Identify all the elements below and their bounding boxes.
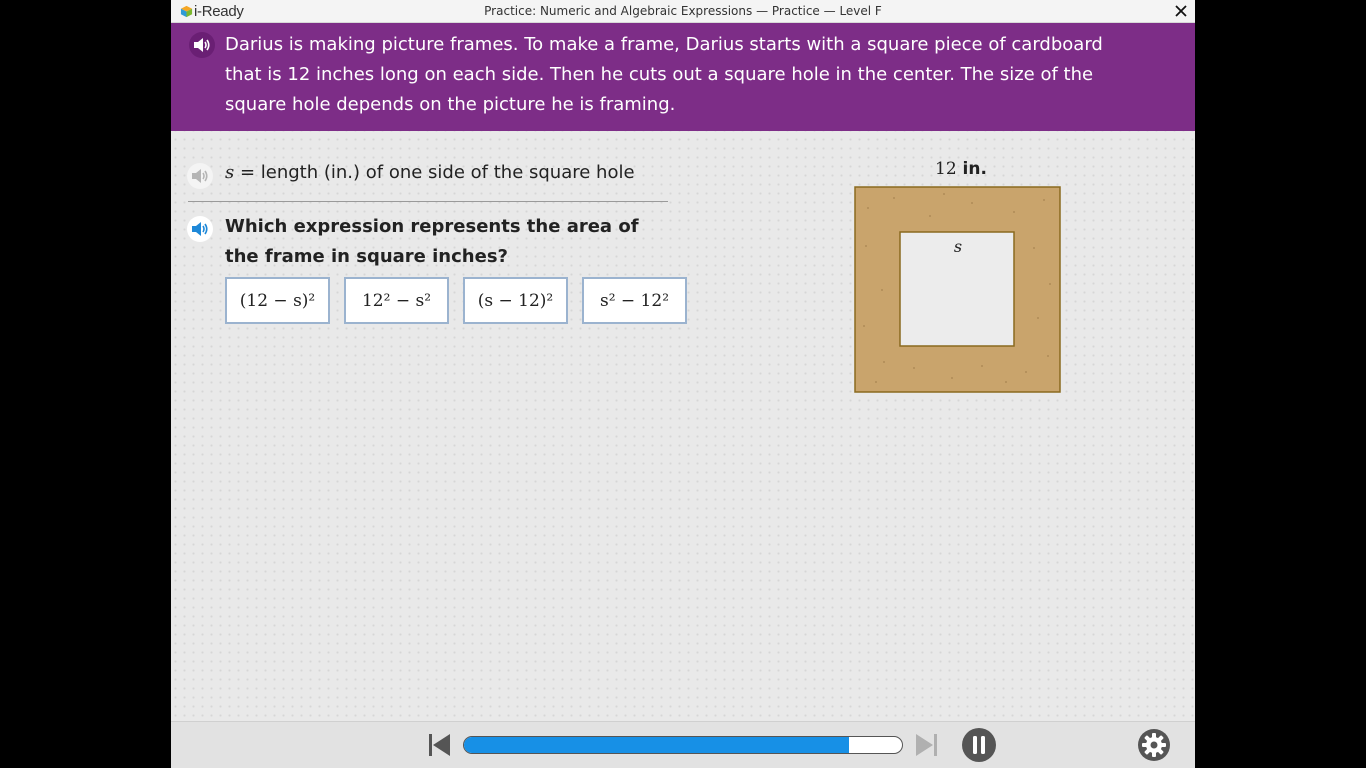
- close-icon: [1175, 5, 1187, 17]
- definition-text: = length (in.) of one side of the square…: [234, 162, 635, 183]
- dimension-unit: in.: [956, 159, 987, 179]
- answer-choice-3[interactable]: (s − 12)²: [463, 277, 568, 324]
- problem-text: Darius is making picture frames. To make…: [225, 34, 1103, 115]
- close-button[interactable]: [1171, 1, 1191, 21]
- answer-choice-4[interactable]: s² − 12²: [582, 277, 687, 324]
- speaker-icon: [192, 222, 208, 236]
- answer-choice-1[interactable]: (12 − s)²: [225, 277, 330, 324]
- pause-icon: [973, 736, 985, 754]
- previous-icon[interactable]: [426, 732, 452, 758]
- variable-definition: s = length (in.) of one side of the squa…: [225, 160, 635, 186]
- banner-audio-button[interactable]: [189, 32, 215, 58]
- pause-button[interactable]: [962, 728, 996, 762]
- dimension-label: 12 in.: [935, 159, 987, 179]
- progress-fill: [464, 737, 850, 753]
- hole-side-label: s: [954, 237, 962, 256]
- definition-audio-button[interactable]: [187, 163, 213, 189]
- variable-symbol: s: [225, 162, 235, 183]
- speaker-icon: [192, 169, 208, 183]
- picture-frame-diagram: s: [854, 186, 1061, 393]
- gear-icon[interactable]: [1137, 728, 1171, 762]
- answer-choices: (12 − s)² 12² − s² (s − 12)² s² − 12²: [225, 277, 701, 324]
- navigation-bar: [171, 721, 1195, 768]
- question-text: Which expression represents the area of …: [225, 216, 639, 267]
- title-bar: i-Ready Practice: Numeric and Algebraic …: [171, 0, 1195, 23]
- divider: [188, 201, 668, 202]
- speaker-icon: [194, 38, 210, 52]
- window-title: Practice: Numeric and Algebraic Expressi…: [484, 4, 882, 18]
- practice-window: i-Ready Practice: Numeric and Algebraic …: [171, 0, 1195, 768]
- answer-choice-2[interactable]: 12² − s²: [344, 277, 449, 324]
- dimension-value: 12: [935, 159, 957, 179]
- problem-banner: Darius is making picture frames. To make…: [171, 23, 1195, 131]
- question-audio-button[interactable]: [187, 216, 213, 242]
- next-icon[interactable]: [914, 732, 940, 758]
- progress-bar: [463, 736, 903, 754]
